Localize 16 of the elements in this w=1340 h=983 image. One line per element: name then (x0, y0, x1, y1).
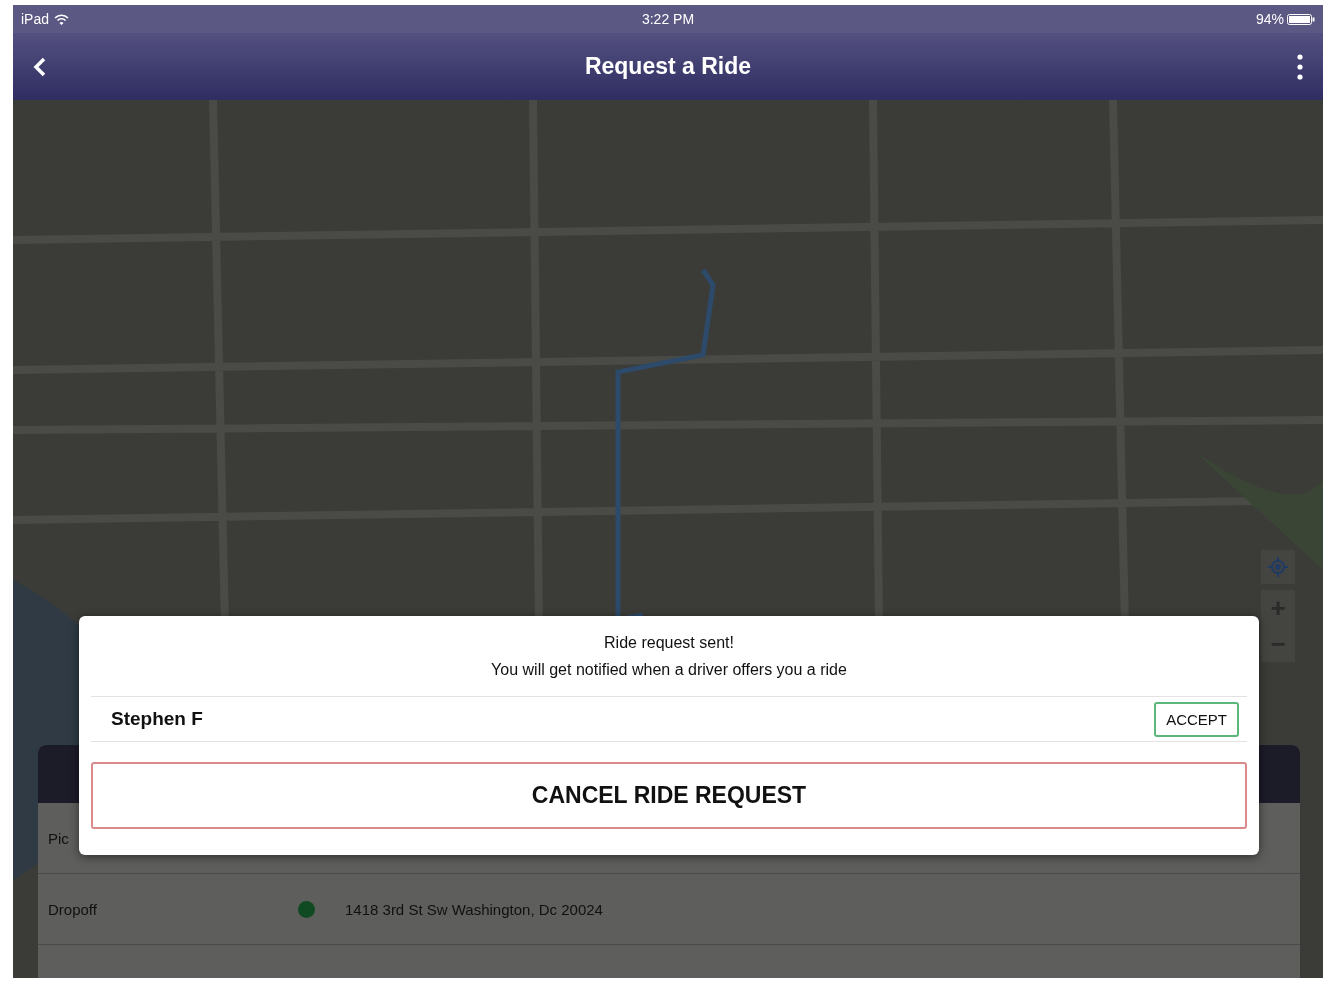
accept-button[interactable]: ACCEPT (1154, 701, 1239, 737)
dialog-title: Ride request sent! (604, 634, 734, 652)
page-title: Request a Ride (584, 53, 752, 80)
wifi-icon (54, 13, 70, 25)
more-vertical-icon[interactable] (1297, 53, 1303, 80)
driver-name: Stephen F (111, 708, 203, 730)
device-name: iPad (21, 11, 50, 27)
pickup-label: Pic (48, 829, 70, 847)
dropoff-address: 1418 3rd St Sw Washington, Dc 20024 (345, 900, 603, 918)
status-time: 3:22 PM (641, 11, 695, 27)
battery-percentage: 94% (1255, 11, 1284, 27)
dialog-message: You will get notified when a driver offers you a ride (491, 661, 847, 679)
dropoff-dot-icon (298, 900, 315, 918)
battery-icon (1287, 13, 1315, 25)
dropoff-label: Dropoff (48, 900, 98, 918)
cancel-ride-request-button[interactable]: CANCEL RIDE REQUEST (91, 762, 1247, 829)
